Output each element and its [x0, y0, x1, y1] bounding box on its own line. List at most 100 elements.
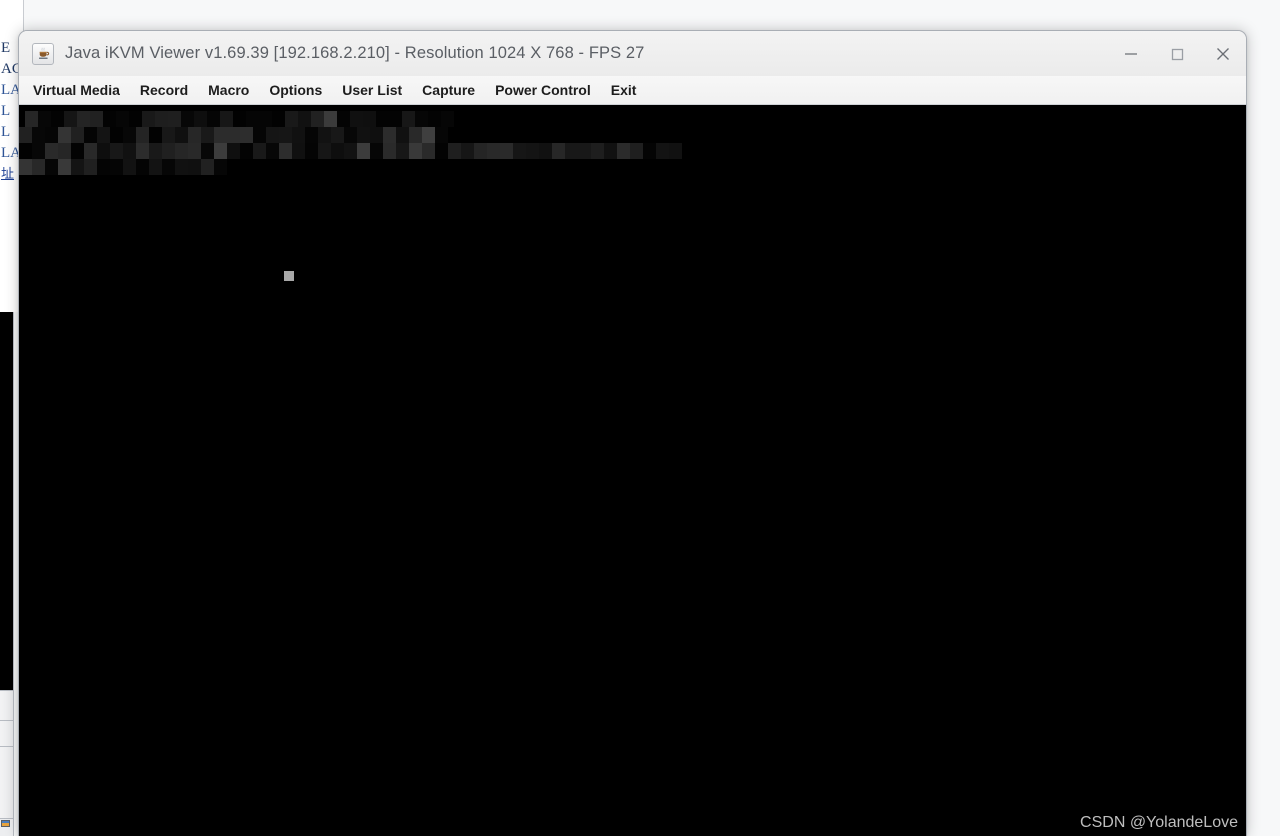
redacted-block: [233, 111, 246, 127]
redacted-block: [214, 127, 227, 143]
redacted-block: [38, 111, 51, 127]
redacted-block: [656, 143, 669, 159]
redacted-block: [383, 127, 396, 143]
redacted-block: [97, 127, 110, 143]
menu-capture[interactable]: Capture: [412, 78, 485, 103]
redacted-block: [350, 111, 363, 127]
redacted-block: [162, 143, 175, 159]
background-dark-strip: [0, 312, 14, 690]
redacted-text-row: [19, 159, 227, 175]
window-titlebar[interactable]: Java iKVM Viewer v1.69.39 [192.168.2.210…: [19, 31, 1246, 76]
redacted-block: [344, 127, 357, 143]
redacted-block: [149, 143, 162, 159]
redacted-block: [162, 159, 175, 175]
redacted-block: [181, 111, 194, 127]
remote-console-screen[interactable]: CSDN @YolandeLove: [19, 105, 1246, 836]
redacted-block: [71, 127, 84, 143]
redacted-block: [45, 159, 58, 175]
redacted-block: [370, 127, 383, 143]
redacted-block: [240, 143, 253, 159]
redacted-block: [201, 159, 214, 175]
redacted-block: [214, 159, 227, 175]
redacted-block: [32, 127, 45, 143]
redacted-block: [500, 143, 513, 159]
redacted-block: [136, 159, 149, 175]
redacted-block: [201, 127, 214, 143]
redacted-block: [51, 111, 64, 127]
background-panel: [0, 746, 14, 818]
redacted-block: [337, 111, 350, 127]
redacted-block: [370, 143, 383, 159]
background-taskbar-icon[interactable]: [0, 818, 14, 836]
redacted-block: [402, 111, 415, 127]
application-menubar[interactable]: Virtual Media Record Macro Options User …: [19, 76, 1246, 105]
redacted-block: [292, 143, 305, 159]
redacted-block: [591, 143, 604, 159]
redacted-block: [246, 111, 259, 127]
redacted-block: [279, 143, 292, 159]
redacted-block: [409, 127, 422, 143]
redacted-block: [77, 111, 90, 127]
background-panel: [0, 720, 14, 746]
minimize-button[interactable]: [1108, 31, 1154, 76]
maximize-button[interactable]: [1154, 31, 1200, 76]
redacted-block: [409, 143, 422, 159]
redacted-block: [441, 111, 454, 127]
ikvm-viewer-window[interactable]: Java iKVM Viewer v1.69.39 [192.168.2.210…: [18, 30, 1247, 836]
redacted-block: [292, 127, 305, 143]
window-title: Java iKVM Viewer v1.69.39 [192.168.2.210…: [65, 44, 645, 62]
redacted-block: [461, 143, 474, 159]
redacted-block: [214, 143, 227, 159]
redacted-block: [220, 111, 233, 127]
redacted-block: [194, 111, 207, 127]
redacted-block: [142, 111, 155, 127]
watermark-text: CSDN @YolandeLove: [1080, 814, 1238, 831]
menu-exit[interactable]: Exit: [601, 78, 647, 103]
taskbar-app-icon[interactable]: [1, 820, 10, 827]
menu-user-list[interactable]: User List: [332, 78, 412, 103]
redacted-block: [19, 143, 32, 159]
redacted-block: [116, 111, 129, 127]
redacted-block: [240, 127, 253, 143]
redacted-block: [129, 111, 142, 127]
redacted-block: [643, 143, 656, 159]
menu-record[interactable]: Record: [130, 78, 198, 103]
redacted-block: [123, 127, 136, 143]
redacted-block: [188, 159, 201, 175]
redacted-block: [175, 143, 188, 159]
redacted-block: [45, 127, 58, 143]
menu-power-control[interactable]: Power Control: [485, 78, 601, 103]
close-button[interactable]: [1200, 31, 1246, 76]
redacted-block: [32, 143, 45, 159]
redacted-block: [298, 111, 311, 127]
redacted-block: [149, 127, 162, 143]
redacted-block: [513, 143, 526, 159]
redacted-console-text: [19, 111, 682, 181]
redacted-block: [331, 127, 344, 143]
redacted-block: [103, 111, 116, 127]
java-coffee-cup-icon: [32, 42, 54, 65]
redacted-block: [617, 143, 630, 159]
redacted-block: [90, 111, 103, 127]
redacted-block: [539, 143, 552, 159]
redacted-block: [123, 159, 136, 175]
redacted-block: [175, 159, 188, 175]
menu-options[interactable]: Options: [259, 78, 332, 103]
redacted-block: [71, 143, 84, 159]
redacted-block: [110, 143, 123, 159]
menu-virtual-media[interactable]: Virtual Media: [23, 78, 130, 103]
redacted-block: [266, 143, 279, 159]
redacted-block: [357, 127, 370, 143]
redacted-block: [383, 143, 396, 159]
redacted-block: [84, 127, 97, 143]
redacted-block: [389, 111, 402, 127]
redacted-block: [162, 127, 175, 143]
redacted-block: [396, 127, 409, 143]
background-panel: [0, 690, 14, 720]
redacted-block: [58, 143, 71, 159]
menu-macro[interactable]: Macro: [198, 78, 259, 103]
redacted-block: [253, 127, 266, 143]
redacted-block: [305, 143, 318, 159]
redacted-block: [71, 159, 84, 175]
redacted-block: [279, 127, 292, 143]
